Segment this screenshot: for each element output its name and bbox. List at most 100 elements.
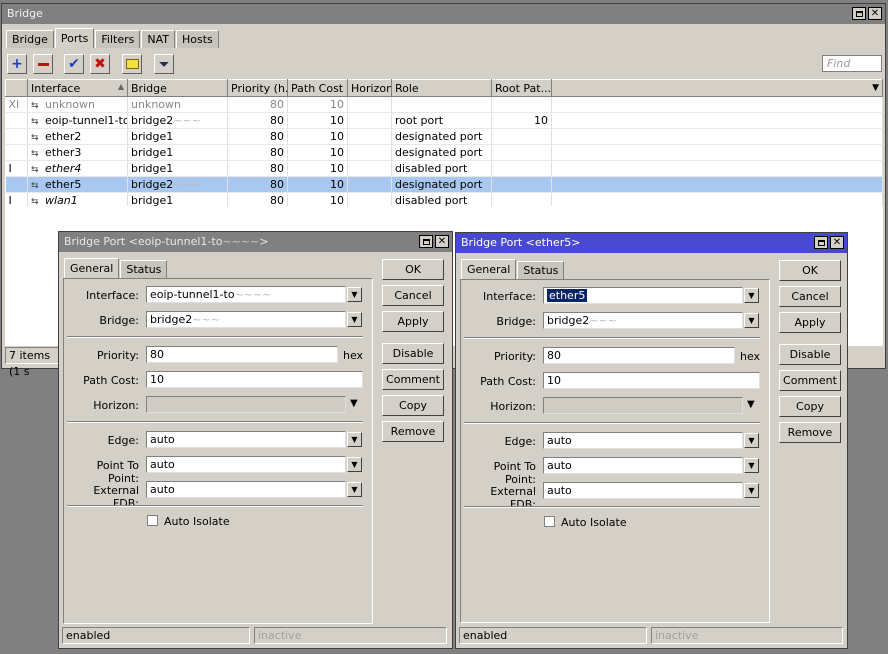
maximize-button[interactable] [814, 236, 828, 249]
tab-general[interactable]: General [461, 259, 517, 279]
apply-button[interactable]: Apply [382, 311, 444, 332]
col-flag[interactable] [5, 79, 28, 97]
interface-field[interactable]: ether5 [543, 287, 743, 304]
table-row[interactable]: ⇆ ether2 bridge1 80 10 designated port [5, 128, 883, 145]
cancel-button[interactable]: Cancel [779, 286, 841, 307]
tab-status[interactable]: Status [120, 260, 168, 278]
copy-button[interactable]: Copy [382, 395, 444, 416]
col-horizon[interactable]: Horizon [347, 79, 392, 97]
filter-button[interactable]: ⏷ [154, 54, 174, 74]
col-interface[interactable]: Interface ▲ [27, 79, 128, 97]
copy-button[interactable]: Copy [779, 396, 841, 417]
bridge-window-titlebar[interactable]: Bridge ✕ [2, 4, 885, 24]
dialog-title: Bridge Port <eoip-tunnel1-to~~~~> [64, 235, 269, 248]
auto-isolate-label: Auto Isolate [561, 516, 627, 529]
comment-button[interactable]: Comment [382, 369, 444, 390]
bridge-dropdown[interactable]: ▼ [744, 313, 759, 328]
dialog-titlebar[interactable]: Bridge Port <eoip-tunnel1-to~~~~> ✕ [59, 232, 452, 252]
table-row[interactable]: ⇆eoip-tunnel1-to... bridge2~~~ 80 10 roo… [5, 112, 883, 129]
external-fdb-dropdown[interactable]: ▼ [347, 482, 362, 497]
maximize-button[interactable] [852, 7, 866, 20]
bridge-dropdown[interactable]: ▼ [347, 312, 362, 327]
chevron-down-icon: ▼ [351, 290, 358, 299]
chevron-down-icon: ▼ [748, 316, 755, 325]
bridge-field[interactable]: bridge2~~~ [543, 312, 743, 329]
remove-button[interactable]: Remove [382, 421, 444, 442]
filter-icon: ⏷ [159, 56, 169, 71]
interface-dropdown[interactable]: ▼ [347, 287, 362, 302]
hex-label: hex [740, 350, 761, 363]
col-path-cost[interactable]: Path Cost [287, 79, 348, 97]
priority-field[interactable]: 80 [146, 346, 338, 363]
interface-field[interactable]: eoip-tunnel1-to~~~~ [146, 286, 346, 303]
enable-button[interactable]: ✔ [64, 54, 84, 74]
tab-general[interactable]: General [64, 258, 120, 278]
table-row[interactable]: ⇆ ether3 bridge1 80 10 designated port [5, 144, 883, 161]
cancel-button[interactable]: Cancel [382, 285, 444, 306]
dialog-title: Bridge Port <ether5> [461, 236, 581, 249]
table-row[interactable]: I ⇆ ether4 bridge1 80 10 disabled port [5, 160, 883, 177]
chevron-down-icon: ▼ [351, 485, 358, 494]
edge-field[interactable]: auto [543, 432, 743, 449]
x-icon: ✖ [94, 56, 106, 72]
path-cost-field[interactable]: 10 [543, 372, 760, 389]
edge-dropdown[interactable]: ▼ [744, 433, 759, 448]
col-bridge[interactable]: Bridge [127, 79, 228, 97]
dialog-titlebar[interactable]: Bridge Port <ether5> ✕ [456, 233, 847, 253]
tab-filters[interactable]: Filters [95, 30, 141, 48]
maximize-button[interactable] [419, 235, 433, 248]
close-button[interactable]: ✕ [435, 235, 449, 248]
col-root-path[interactable]: Root Pat... [491, 79, 552, 97]
close-button[interactable]: ✕ [830, 236, 844, 249]
tab-status[interactable]: Status [517, 261, 565, 279]
external-fdb-dropdown[interactable]: ▼ [744, 483, 759, 498]
external-fdb-field[interactable]: auto [146, 481, 346, 498]
horizon-field [146, 396, 346, 413]
priority-field[interactable]: 80 [543, 347, 735, 364]
port-icon: ⇆ [31, 149, 39, 159]
edge-field[interactable]: auto [146, 431, 346, 448]
tab-nat[interactable]: NAT [141, 30, 176, 48]
point-to-point-dropdown[interactable]: ▼ [744, 458, 759, 473]
tab-hosts[interactable]: Hosts [176, 30, 219, 48]
table-row[interactable]: XI ⇆ unknown unknown 80 10 [5, 96, 883, 113]
auto-isolate-checkbox[interactable] [544, 516, 555, 527]
tab-ports[interactable]: Ports [54, 28, 95, 48]
point-to-point-label: Point To Point: [493, 460, 536, 486]
disable-button[interactable]: Disable [779, 344, 841, 365]
disable-button[interactable]: Disable [382, 343, 444, 364]
path-cost-field[interactable]: 10 [146, 371, 363, 388]
find-input[interactable]: Find [822, 55, 882, 72]
close-button[interactable]: ✕ [868, 7, 882, 20]
note-icon [125, 59, 139, 69]
point-to-point-dropdown[interactable]: ▼ [347, 457, 362, 472]
apply-button[interactable]: Apply [779, 312, 841, 333]
col-role[interactable]: Role [391, 79, 492, 97]
remove-button[interactable]: Remove [779, 422, 841, 443]
external-fdb-field[interactable]: auto [543, 482, 743, 499]
col-menu[interactable]: ▼ [551, 79, 883, 97]
remove-button[interactable] [33, 54, 53, 74]
point-to-point-field[interactable]: auto [543, 457, 743, 474]
tab-bridge[interactable]: Bridge [6, 30, 54, 48]
col-priority[interactable]: Priority (h... [227, 79, 288, 97]
chevron-down-icon: ▼ [872, 83, 879, 93]
chevron-down-icon[interactable]: ▼ [747, 399, 755, 410]
chevron-down-icon: ▼ [748, 486, 755, 495]
chevron-down-icon[interactable]: ▼ [350, 398, 358, 409]
comment-button[interactable]: Comment [779, 370, 841, 391]
bridge-field[interactable]: bridge2~~~ [146, 311, 346, 328]
ok-button[interactable]: OK [779, 260, 841, 281]
table-row-selected[interactable]: ⇆ ether5 bridge2~~~ 80 10 designated port [5, 176, 883, 193]
edge-dropdown[interactable]: ▼ [347, 432, 362, 447]
comment-button[interactable] [122, 54, 142, 74]
ok-button[interactable]: OK [382, 259, 444, 280]
disable-button[interactable]: ✖ [90, 54, 110, 74]
add-button[interactable]: + [7, 54, 27, 74]
auto-isolate-checkbox[interactable] [147, 515, 158, 526]
divider [67, 336, 363, 338]
interface-dropdown[interactable]: ▼ [744, 288, 759, 303]
divider [67, 505, 363, 507]
divider [464, 337, 760, 339]
point-to-point-field[interactable]: auto [146, 456, 346, 473]
